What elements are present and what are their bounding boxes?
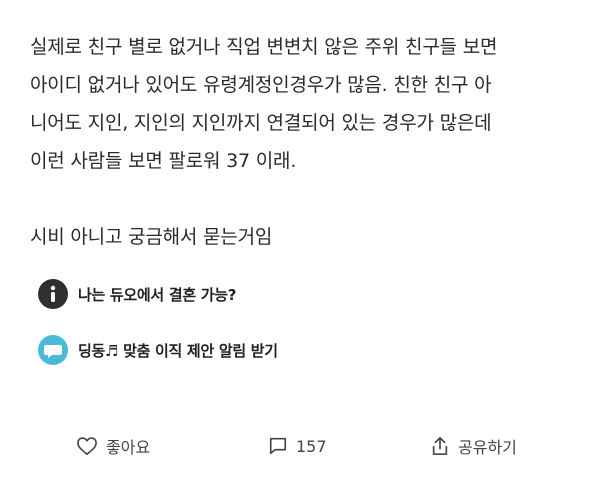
share-icon: [432, 437, 448, 455]
post-line: 시비 아니고 궁금해서 묻는거임: [30, 226, 273, 248]
like-label: 좋아요: [106, 438, 151, 457]
heart-icon: [77, 437, 97, 455]
share-button[interactable]: 공유하기: [430, 434, 517, 458]
comment-button[interactable]: 157: [268, 436, 327, 456]
post-action-bar: 좋아요 157 공유하기: [0, 428, 600, 464]
post-line: 이런 사람들 보면 팔로워 37 이래.: [30, 150, 297, 172]
post-line: 실제로 친구 별로 없거나 직업 변변치 않은 주위 친구들 보면: [30, 36, 498, 58]
share-label: 공유하기: [458, 438, 517, 457]
info-icon: [38, 279, 68, 309]
post-content: 실제로 친구 별로 없거나 직업 변변치 않은 주위 친구들 보면 아이디 없거…: [30, 28, 575, 256]
comment-count: 157: [296, 436, 327, 456]
duo-marriage-link-label: 나는 듀오에서 결혼 가능?: [78, 285, 237, 304]
job-offer-alert-link[interactable]: 딩동♬ 맞춤 이직 제안 알림 받기: [38, 332, 278, 368]
post-line: 아이디 없거나 있어도 유령계정인경우가 많음. 친한 친구 아: [30, 74, 492, 96]
post-line: 니어도 지인, 지인의 지인까지 연결되어 있는 경우가 많은데: [30, 112, 492, 134]
like-button[interactable]: 좋아요: [76, 434, 150, 458]
duo-marriage-link[interactable]: 나는 듀오에서 결혼 가능?: [38, 276, 236, 312]
job-offer-alert-label: 딩동♬ 맞춤 이직 제안 알림 받기: [78, 341, 278, 360]
comment-icon: [269, 437, 287, 455]
chat-bubble-icon: [38, 335, 68, 365]
